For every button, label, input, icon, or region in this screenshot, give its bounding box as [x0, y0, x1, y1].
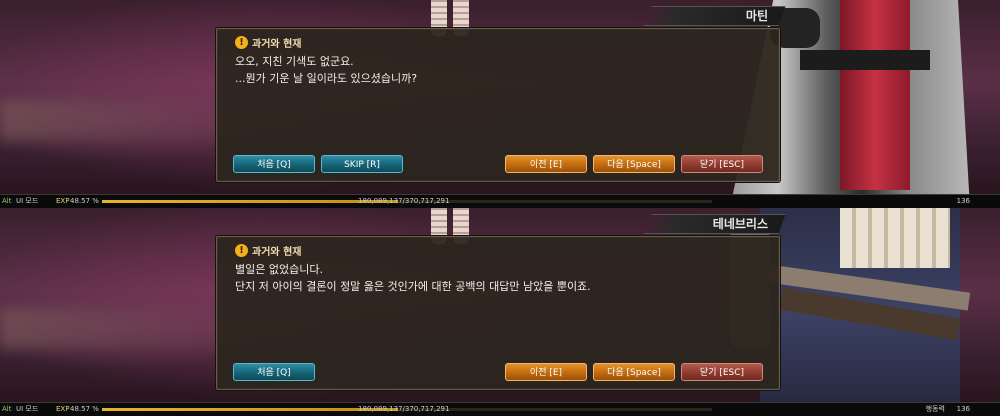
dialogue-text: 별일은 없었습니다. 단지 저 아이의 결론이 정말 옳은 것인가에 대한 공백…	[235, 261, 765, 295]
dialogue-scene-bottom: 테네브리스 ! 과거와 현재 별일은 없었습니다. 단지 저 아이의 결론이 정…	[0, 208, 1000, 416]
first-button[interactable]: 처음 [Q]	[233, 155, 315, 173]
level-display: 136	[956, 197, 970, 205]
dialogue-line: 별일은 없었습니다.	[235, 263, 323, 276]
next-button[interactable]: 다음 [Space]	[593, 155, 675, 173]
exp-value: 180,089,137/370,717,291	[358, 405, 450, 413]
alt-key-label: Alt	[2, 197, 12, 205]
alt-key-label: Alt	[2, 405, 12, 413]
dialogue-line: 단지 저 아이의 결론이 정말 옳은 것인가에 대한 공백의 대답만 남았을 뿐…	[235, 280, 591, 293]
exp-percent: 48.57 %	[70, 197, 99, 205]
prev-button[interactable]: 이전 [E]	[505, 155, 587, 173]
dialogue-text: 오오, 지친 기색도 없군요. ...뭔가 기운 날 일이라도 있으셨습니까?	[235, 53, 765, 87]
prev-button[interactable]: 이전 [E]	[505, 363, 587, 381]
skip-button[interactable]: SKIP [R]	[321, 155, 403, 173]
action-points-label: 행동력	[925, 405, 945, 413]
ui-mode-toggle[interactable]: UI 모드	[16, 196, 38, 207]
dialogue-box: ! 과거와 현재 오오, 지친 기색도 없군요. ...뭔가 기운 날 일이라도…	[216, 28, 780, 182]
quest-title: 과거와 현재	[252, 246, 302, 258]
level-display: 136	[956, 405, 970, 413]
dialogue-scene-top: 마틴 ! 과거와 현재 오오, 지친 기색도 없군요. ...뭔가 기운 날 일…	[0, 0, 1000, 208]
hud-exp-bar: Alt UI 모드 EXP 48.57 % 180,089,137/370,71…	[0, 402, 1000, 416]
next-button[interactable]: 다음 [Space]	[593, 363, 675, 381]
speaker-name: 테네브리스	[712, 217, 768, 231]
dialogue-line: 오오, 지친 기색도 없군요.	[235, 55, 354, 68]
exp-percent: 48.57 %	[70, 405, 99, 413]
first-button[interactable]: 처음 [Q]	[233, 363, 315, 381]
hud-exp-bar: Alt UI 모드 EXP 48.57 % 180,089,137/370,71…	[0, 194, 1000, 208]
exp-label: EXP	[56, 405, 70, 413]
exp-label: EXP	[56, 197, 70, 205]
close-button[interactable]: 닫기 [ESC]	[681, 155, 763, 173]
exclamation-circle-icon: !	[235, 35, 248, 49]
dialogue-header: ! 과거와 현재	[235, 242, 301, 258]
ui-mode-toggle[interactable]: UI 모드	[16, 404, 38, 415]
exp-value: 180,089,137/370,717,291	[358, 197, 450, 205]
close-button[interactable]: 닫기 [ESC]	[681, 363, 763, 381]
dialogue-line: ...뭔가 기운 날 일이라도 있으셨습니까?	[235, 72, 418, 85]
dialogue-box: ! 과거와 현재 별일은 없었습니다. 단지 저 아이의 결론이 정말 옳은 것…	[216, 236, 780, 390]
dialogue-header: ! 과거와 현재	[235, 34, 301, 50]
quest-title: 과거와 현재	[252, 38, 302, 50]
exp-fill	[102, 408, 399, 411]
exclamation-circle-icon: !	[235, 243, 248, 257]
speaker-name: 마틴	[745, 9, 768, 23]
exp-fill	[102, 200, 399, 203]
